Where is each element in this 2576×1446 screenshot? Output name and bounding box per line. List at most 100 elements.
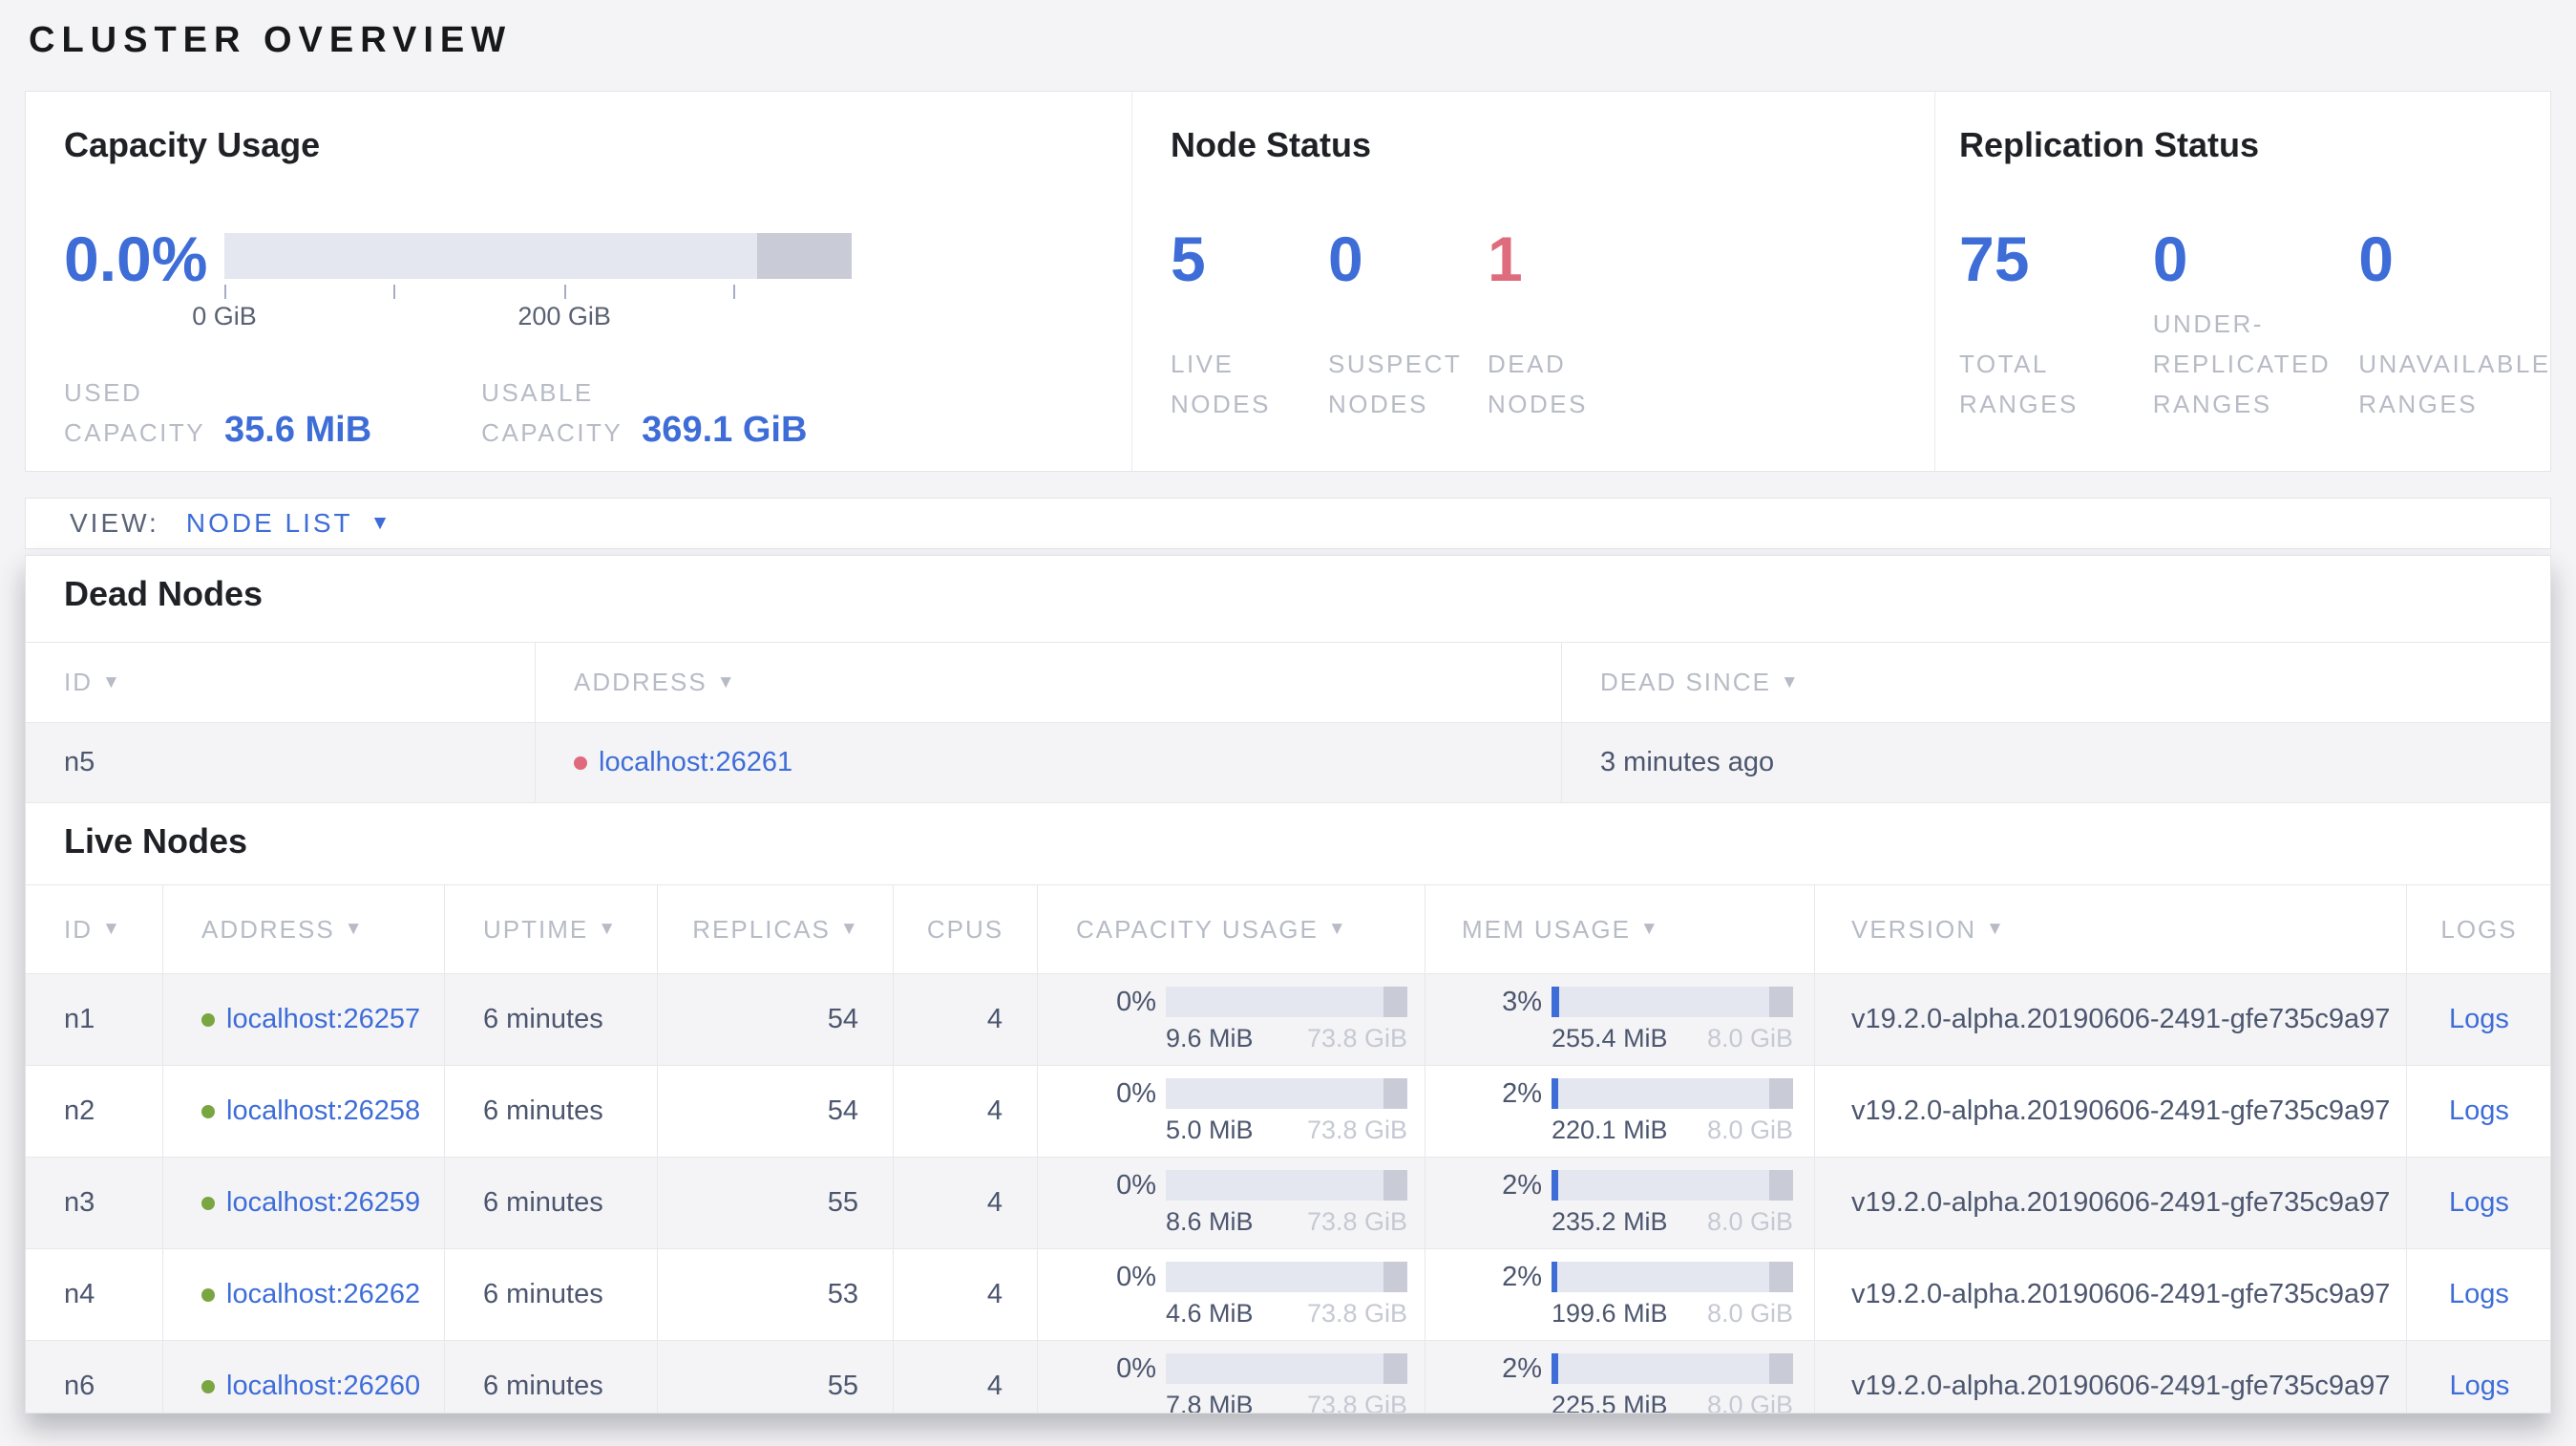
total-ranges-metric: 75 TOTAL RANGES (1959, 225, 2153, 424)
sort-icon: ▼ (102, 671, 120, 692)
node-version-cell: v19.2.0-alpha.20190606-2491-gfe735c9a97 (1815, 1341, 2407, 1413)
capacity-usage-bar: 0 GiB 200 GiB (192, 233, 852, 334)
node-status-section: Node Status 5 LIVE NODES 0 SUSPECT NODES… (1131, 92, 1934, 471)
dead-col-header-address[interactable]: ADDRESS ▼ (536, 643, 1562, 723)
logs-link[interactable]: Logs (2449, 1004, 2509, 1035)
node-version-cell: v19.2.0-alpha.20190606-2491-gfe735c9a97 (1815, 1249, 2407, 1341)
node-version-cell: v19.2.0-alpha.20190606-2491-gfe735c9a97 (1815, 1066, 2407, 1158)
mem-usage-meter: 2% 225.5 MiB 8.0 GiB (1502, 1352, 1793, 1414)
view-dropdown[interactable]: NODE LIST ▼ (186, 508, 391, 539)
node-address-link[interactable]: localhost:26262 (226, 1279, 420, 1310)
node-uptime-cell: 6 minutes (445, 1158, 658, 1249)
node-id-cell: n1 (26, 974, 163, 1066)
node-uptime-cell: 6 minutes (445, 974, 658, 1066)
node-cpus-cell: 4 (894, 974, 1038, 1066)
suspect-nodes-count: 0 (1328, 223, 1363, 294)
live-col-header-id[interactable]: ID ▼ (26, 885, 163, 974)
capacity-usage-title: Capacity Usage (64, 125, 321, 164)
node-logs-cell: Logs (2407, 1249, 2550, 1341)
dead-node-address-link[interactable]: localhost:26261 (599, 747, 792, 778)
node-version-cell: v19.2.0-alpha.20190606-2491-gfe735c9a97 (1815, 1158, 2407, 1249)
live-col-header-logs: LOGS (2407, 885, 2550, 974)
node-replicas-cell: 55 (658, 1341, 894, 1413)
capacity-usage-meter: 0% 5.0 MiB 73.8 GiB (1116, 1077, 1407, 1144)
live-col-header-address[interactable]: ADDRESS ▼ (163, 885, 445, 974)
node-uptime-cell: 6 minutes (445, 1341, 658, 1413)
node-version-cell: v19.2.0-alpha.20190606-2491-gfe735c9a97 (1815, 974, 2407, 1066)
dead-col-header-id[interactable]: ID ▼ (26, 643, 536, 723)
axis-label-200gib: 200 GiB (517, 302, 611, 330)
bar-reserved-segment (1383, 1169, 1407, 1201)
node-address-cell: localhost:26260 (163, 1341, 445, 1413)
bar-reserved-segment (1768, 986, 1793, 1017)
sort-icon: ▼ (839, 919, 858, 939)
page-title: CLUSTER OVERVIEW (29, 20, 513, 60)
node-cpus-cell: 4 (894, 1249, 1038, 1341)
node-memory-cell: 2% 225.5 MiB 8.0 GiB (1425, 1341, 1815, 1414)
live-col-header-version[interactable]: VERSION ▼ (1815, 885, 2407, 974)
dead-nodes-table: ID ▼ ADDRESS ▼ DEAD SINCE ▼ n5 localhost:26… (26, 642, 2550, 803)
capacity-axis-ticks (224, 283, 852, 302)
node-replicas-cell: 55 (658, 1158, 894, 1249)
node-status-title: Node Status (1171, 125, 1372, 164)
dead-col-header-dead-since[interactable]: DEAD SINCE ▼ (1562, 643, 2550, 723)
live-col-header-mem-usage[interactable]: MEM USAGE ▼ (1425, 885, 1815, 974)
logs-link[interactable]: Logs (2449, 1279, 2509, 1310)
suspect-nodes-label: SUSPECT NODES (1328, 350, 1462, 418)
live-col-header-replicas[interactable]: REPLICAS ▼ (658, 885, 894, 974)
view-dropdown-value: NODE LIST (185, 508, 353, 538)
node-address-link[interactable]: localhost:26257 (226, 1004, 420, 1035)
logs-link[interactable]: Logs (2449, 1187, 2509, 1219)
node-address-link[interactable]: localhost:26259 (226, 1187, 420, 1219)
live-nodes-label: LIVE NODES (1171, 350, 1271, 418)
bar-reserved-segment (1768, 1169, 1793, 1201)
node-memory-cell: 2% 199.6 MiB 8.0 GiB (1425, 1249, 1815, 1341)
dead-nodes-metric: 1 DEAD NODES (1488, 225, 1638, 424)
replication-status-title: Replication Status (1959, 125, 2260, 164)
capacity-percent-value: 0.0% (64, 223, 208, 294)
node-capacity-cell: 0% 8.6 MiB 73.8 GiB (1038, 1158, 1425, 1249)
node-address-link[interactable]: localhost:26260 (226, 1371, 420, 1402)
dead-nodes-label: DEAD NODES (1488, 350, 1588, 418)
bar-reserved-segment (1383, 1352, 1407, 1384)
unavailable-ranges-metric: 0 UNAVAILABLE RANGES (2358, 225, 2552, 424)
node-capacity-cell: 0% 7.8 MiB 73.8 GiB (1038, 1341, 1425, 1414)
node-address-link[interactable]: localhost:26258 (226, 1095, 420, 1127)
unavailable-ranges-count: 0 (2358, 223, 2394, 294)
node-uptime-cell: 6 minutes (445, 1249, 658, 1341)
sort-icon: ▼ (598, 919, 617, 939)
view-selector-bar: VIEW: NODE LIST ▼ (25, 498, 2551, 549)
bar-reserved-segment (1383, 1077, 1407, 1109)
node-replicas-cell: 53 (658, 1249, 894, 1341)
bar-reserved-segment (1383, 1261, 1407, 1292)
node-address-cell: localhost:26257 (163, 974, 445, 1066)
under-replicated-ranges-count: 0 (2152, 223, 2188, 294)
sort-icon: ▼ (1986, 919, 2004, 939)
chevron-down-icon: ▼ (370, 512, 391, 534)
under-replicated-ranges-label: UNDER-REPLICATED RANGES (2152, 309, 2332, 418)
node-logs-cell: Logs (2407, 974, 2550, 1066)
capacity-usage-meter: 0% 7.8 MiB 73.8 GiB (1116, 1352, 1407, 1414)
dead-node-address-cell: localhost:26261 (536, 723, 1562, 803)
mem-usage-meter: 3% 255.4 MiB 8.0 GiB (1502, 986, 1793, 1053)
node-cpus-cell: 4 (894, 1066, 1038, 1158)
node-id-cell: n6 (26, 1341, 163, 1413)
logs-link[interactable]: Logs (2450, 1371, 2510, 1402)
live-node-status-dot (201, 1196, 215, 1210)
dead-node-id-cell: n5 (26, 723, 536, 803)
node-address-cell: localhost:26262 (163, 1249, 445, 1341)
sort-icon: ▼ (1639, 919, 1658, 939)
live-node-status-dot (201, 1012, 215, 1027)
suspect-nodes-metric: 0 SUSPECT NODES (1328, 225, 1488, 424)
live-nodes-table: ID ▼ ADDRESS ▼ UPTIME ▼ REPLICAS ▼ CPUS CAPA… (26, 884, 2550, 1414)
live-col-header-capacity-usage[interactable]: CAPACITY USAGE ▼ (1038, 885, 1425, 974)
logs-link[interactable]: Logs (2449, 1095, 2509, 1127)
node-memory-cell: 2% 220.1 MiB 8.0 GiB (1425, 1066, 1815, 1158)
under-replicated-ranges-metric: 0 UNDER-REPLICATED RANGES (2153, 225, 2358, 424)
usable-capacity-stat: USABLE CAPACITY 369.1 GiB (481, 372, 807, 453)
sort-icon: ▼ (1327, 919, 1346, 939)
dead-nodes-count: 1 (1488, 223, 1523, 294)
unavailable-ranges-label: UNAVAILABLE RANGES (2358, 350, 2551, 418)
axis-label-0gib: 0 GiB (192, 302, 257, 330)
live-col-header-uptime[interactable]: UPTIME ▼ (445, 885, 658, 974)
